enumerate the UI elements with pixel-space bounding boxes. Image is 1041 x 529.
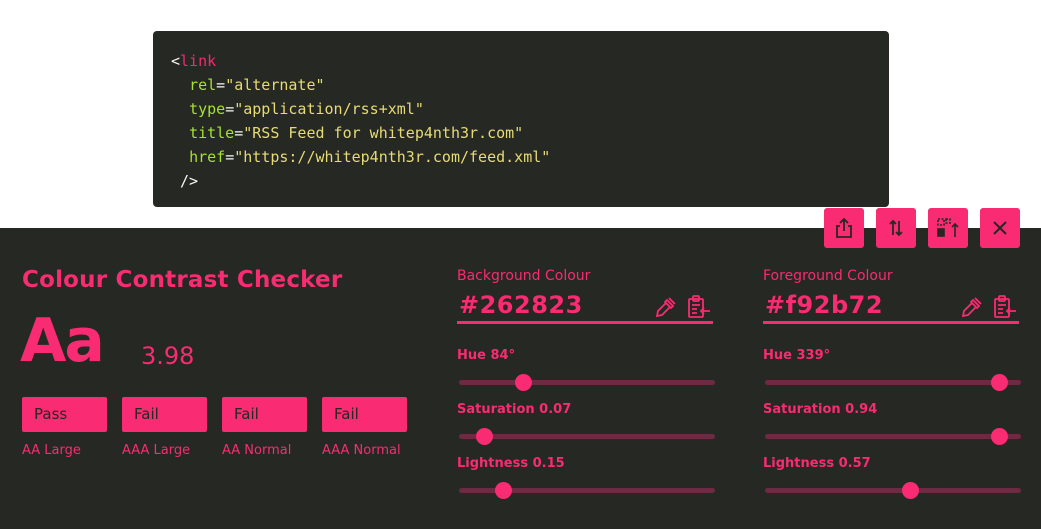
close-icon — [993, 221, 1007, 235]
foreground-hex-field — [763, 288, 1019, 324]
foreground-lightness-thumb[interactable] — [901, 482, 919, 499]
close-button[interactable] — [980, 208, 1020, 248]
background-hue-slider[interactable] — [459, 374, 715, 391]
background-lightness-thumb[interactable] — [495, 482, 512, 499]
swap-icon — [889, 219, 903, 237]
code-line: rel="alternate" — [171, 73, 889, 97]
share-icon — [836, 217, 852, 238]
code-line: type="application/rss+xml" — [171, 97, 889, 121]
background-saturation-thumb[interactable] — [475, 428, 493, 445]
code-line: title="RSS Feed for whitep4nth3r.com" — [171, 121, 889, 145]
code-token-punc — [171, 148, 189, 166]
code-token-str: "alternate" — [225, 76, 325, 94]
aaa-large-result: Fail — [122, 397, 207, 432]
foreground-saturation-label: Saturation 0.94 — [763, 402, 878, 417]
code-token-attr: title — [189, 124, 235, 142]
code-token-punc — [171, 124, 189, 142]
paste-clipboard-icon[interactable] — [686, 294, 712, 320]
foreground-lightness-slider[interactable] — [765, 482, 1021, 499]
code-token-punc: < — [171, 52, 181, 70]
background-saturation-label: Saturation 0.07 — [457, 402, 572, 417]
code-token-punc: = — [216, 76, 226, 94]
share-button[interactable] — [824, 208, 864, 248]
background-colour-label: Background Colour — [457, 268, 591, 284]
foreground-hue-label: Hue 339° — [763, 348, 831, 363]
code-token-attr: type — [189, 100, 226, 118]
foreground-saturation-slider[interactable] — [765, 428, 1021, 445]
paste-clipboard-icon[interactable] — [992, 294, 1018, 320]
code-token-punc — [171, 100, 189, 118]
code-token-str: "RSS Feed for whitep4nth3r.com" — [243, 124, 524, 142]
code-token-attr: rel — [189, 76, 217, 94]
foreground-hue-thumb[interactable] — [991, 374, 1008, 391]
move-panel-icon — [937, 218, 959, 237]
code-block: <link rel="alternate" type="application/… — [153, 31, 889, 207]
foreground-saturation-thumb[interactable] — [990, 428, 1008, 445]
aa-normal-label: AA Normal — [222, 443, 292, 458]
code-line: href="https://whitep4nth3r.com/feed.xml" — [171, 145, 889, 169]
move-panel-button[interactable] — [928, 208, 968, 248]
background-hue-thumb[interactable] — [515, 374, 532, 391]
code-token-punc — [171, 76, 189, 94]
background-hue-label: Hue 84° — [457, 348, 516, 363]
code-token-tag: link — [180, 52, 217, 70]
aaa-normal-result: Fail — [322, 397, 407, 432]
background-lightness-label: Lightness 0.15 — [457, 456, 565, 471]
code-token-punc: /> — [171, 172, 199, 190]
eyedropper-icon[interactable] — [653, 294, 679, 320]
contrast-ratio: 3.98 — [141, 342, 195, 370]
code-token-punc: = — [225, 100, 235, 118]
code-line: /> — [171, 169, 889, 193]
code-token-str: "https://whitep4nth3r.com/feed.xml" — [234, 148, 551, 166]
code-token-punc: = — [225, 148, 235, 166]
code-token-punc: = — [234, 124, 244, 142]
aa-large-label: AA Large — [22, 443, 81, 458]
panel-title: Colour Contrast Checker — [22, 267, 343, 293]
sample-text: Aa — [20, 306, 105, 376]
background-hex-input[interactable] — [457, 288, 644, 321]
aa-large-result: Pass — [22, 397, 107, 432]
code-token-attr: href — [189, 148, 226, 166]
code-line: <link — [171, 49, 889, 73]
foreground-hex-input[interactable] — [763, 288, 950, 321]
foreground-colour-label: Foreground Colour — [763, 268, 893, 284]
swap-colours-button[interactable] — [876, 208, 916, 248]
eyedropper-icon[interactable] — [959, 294, 985, 320]
foreground-hue-slider[interactable] — [765, 374, 1021, 391]
code-token-str: "application/rss+xml" — [234, 100, 424, 118]
foreground-lightness-label: Lightness 0.57 — [763, 456, 871, 471]
aa-normal-result: Fail — [222, 397, 307, 432]
aaa-normal-label: AAA Normal — [322, 443, 401, 458]
background-hex-field — [457, 288, 713, 324]
background-lightness-slider[interactable] — [459, 482, 715, 499]
aaa-large-label: AAA Large — [122, 443, 191, 458]
background-saturation-slider[interactable] — [459, 428, 715, 445]
